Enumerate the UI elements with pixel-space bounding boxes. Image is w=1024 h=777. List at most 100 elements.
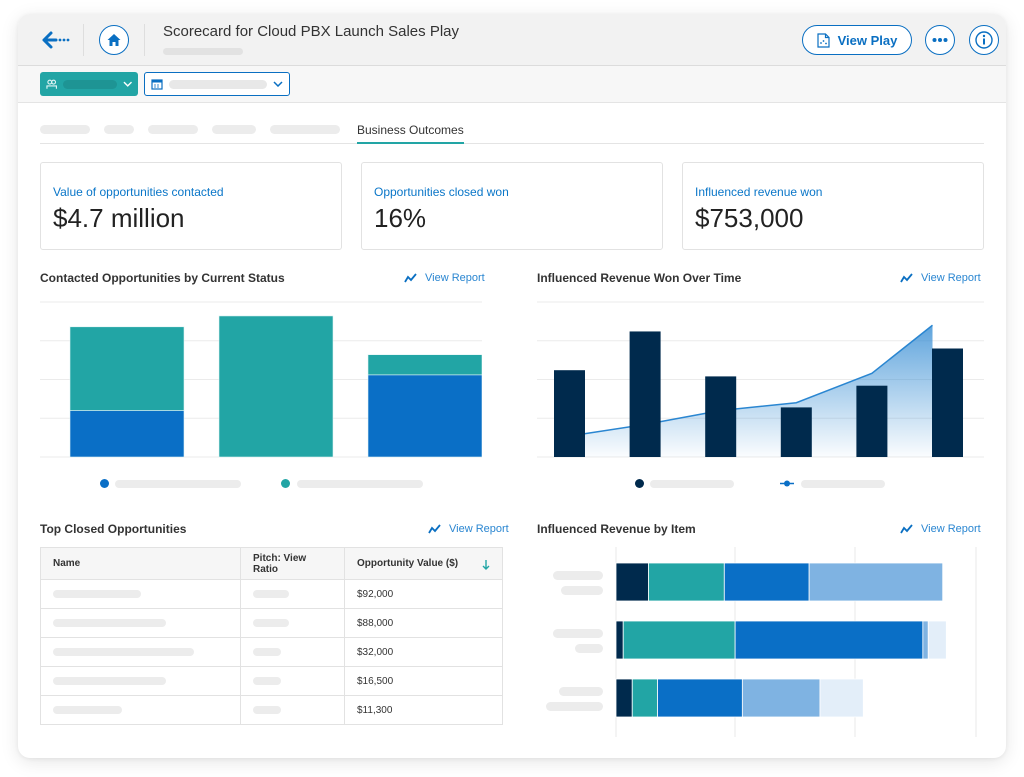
kpi-card: Influenced revenue won $753,000: [682, 162, 984, 250]
table-row[interactable]: $16,500: [40, 666, 503, 696]
kpi-card: Value of opportunities contacted $4.7 mi…: [40, 162, 342, 250]
legend-label-placeholder: [297, 480, 423, 488]
column-header-name[interactable]: Name: [40, 547, 241, 580]
name-placeholder: [53, 706, 122, 714]
legend-dot: [100, 479, 109, 488]
arrow-left-icon: [42, 31, 70, 49]
tab-placeholder[interactable]: [40, 125, 90, 134]
filter-bar: [18, 66, 1006, 103]
opportunity-value: $11,300: [344, 695, 503, 725]
bar-segment: [615, 562, 649, 602]
team-value-placeholder: [63, 79, 117, 89]
name-placeholder: [53, 648, 194, 656]
legend-label-placeholder: [801, 480, 885, 488]
column-header-label: Opportunity Value ($): [357, 557, 459, 569]
divider: [144, 24, 145, 56]
bar-segment: [615, 620, 624, 660]
table-header-row: Name Pitch: View Ratio Opportunity Value…: [40, 547, 503, 580]
table-row[interactable]: $88,000: [40, 608, 503, 638]
more-horizontal-icon: [932, 38, 948, 42]
view-report-link[interactable]: View Report: [900, 272, 981, 284]
legend-dot: [635, 479, 644, 488]
bar: [780, 407, 812, 457]
trend-line-icon: [428, 524, 441, 534]
date-range-dropdown[interactable]: [144, 72, 290, 96]
legend-label-placeholder: [650, 480, 734, 488]
page-title: Scorecard for Cloud PBX Launch Sales Pla…: [163, 23, 459, 40]
tab-placeholder[interactable]: [212, 125, 256, 134]
header-bar: Scorecard for Cloud PBX Launch Sales Pla…: [18, 14, 1006, 66]
table-row[interactable]: $92,000: [40, 579, 503, 609]
section-title: Influenced Revenue by Item: [537, 522, 696, 536]
trend-line-icon: [404, 273, 417, 283]
kpi-value: 16%: [374, 203, 427, 233]
home-button[interactable]: [99, 25, 129, 55]
view-report-label: View Report: [921, 523, 981, 535]
ratio-placeholder: [253, 590, 289, 598]
back-button[interactable]: [40, 28, 70, 52]
item-label-placeholder: [553, 629, 603, 638]
opportunity-value: $32,000: [344, 637, 503, 667]
view-report-link[interactable]: View Report: [404, 272, 485, 284]
bar-segment: [615, 678, 633, 718]
ratio-placeholder: [253, 677, 281, 685]
view-play-label: View Play: [837, 32, 898, 48]
column-header-opportunity-value[interactable]: Opportunity Value ($): [344, 547, 503, 580]
section-title: Contacted Opportunities by Current Statu…: [40, 271, 285, 285]
table-row[interactable]: $32,000: [40, 637, 503, 667]
view-report-label: View Report: [921, 272, 981, 284]
bar-segment: [723, 562, 810, 602]
ratio-placeholder: [253, 706, 281, 714]
section-title: Top Closed Opportunities: [40, 522, 187, 536]
bar-segment: [648, 562, 725, 602]
arrow-down-icon[interactable]: [482, 559, 490, 570]
column-header-pitch-view-ratio[interactable]: Pitch: View Ratio: [240, 547, 345, 580]
bar-segment: [922, 620, 929, 660]
view-report-link[interactable]: View Report: [900, 523, 981, 535]
item-label-placeholder: [546, 702, 603, 711]
view-report-link[interactable]: View Report: [428, 523, 509, 535]
item-label-placeholder: [553, 571, 603, 580]
bar: [629, 331, 661, 457]
kpi-value: $4.7 million: [53, 203, 185, 233]
tab-placeholder[interactable]: [104, 125, 134, 134]
ratio-placeholder: [253, 648, 281, 656]
tab-bar: Business Outcomes: [40, 120, 984, 144]
section-title: Influenced Revenue Won Over Time: [537, 271, 742, 285]
legend-line-marker-icon: [780, 480, 794, 487]
bar-segment: [622, 620, 736, 660]
name-placeholder: [53, 590, 141, 598]
tab-placeholder[interactable]: [270, 125, 340, 134]
name-placeholder: [53, 677, 166, 685]
info-icon: [975, 31, 993, 49]
tab-business-outcomes[interactable]: Business Outcomes: [357, 123, 464, 144]
date-value-placeholder: [169, 79, 267, 89]
bar: [554, 370, 585, 457]
team-icon: [46, 79, 58, 89]
kpi-label: Opportunities closed won: [374, 185, 509, 199]
opportunity-value: $88,000: [344, 608, 503, 638]
tab-placeholder[interactable]: [148, 125, 198, 134]
team-filter-dropdown[interactable]: [40, 72, 138, 96]
bar-segment: [69, 410, 185, 458]
revenue-over-time-chart: [537, 301, 984, 458]
legend-label-placeholder: [115, 480, 241, 488]
divider: [83, 24, 84, 56]
bar-segment: [819, 678, 864, 718]
info-button[interactable]: [969, 25, 999, 55]
more-options-button[interactable]: [925, 25, 955, 55]
subtitle-placeholder: [163, 48, 243, 55]
document-icon: [817, 32, 830, 48]
bar-segment: [69, 326, 185, 411]
opportunities-table: Name Pitch: View Ratio Opportunity Value…: [40, 547, 503, 725]
bar-segment: [927, 620, 947, 660]
table-row[interactable]: $11,300: [40, 695, 503, 725]
view-play-button[interactable]: View Play: [802, 25, 912, 55]
kpi-card: Opportunities closed won 16%: [361, 162, 663, 250]
calendar-icon: [151, 79, 163, 90]
view-report-label: View Report: [449, 523, 509, 535]
bar-segment: [808, 562, 944, 602]
bar-segment: [741, 678, 821, 718]
bar: [932, 348, 963, 457]
bar: [856, 385, 888, 457]
